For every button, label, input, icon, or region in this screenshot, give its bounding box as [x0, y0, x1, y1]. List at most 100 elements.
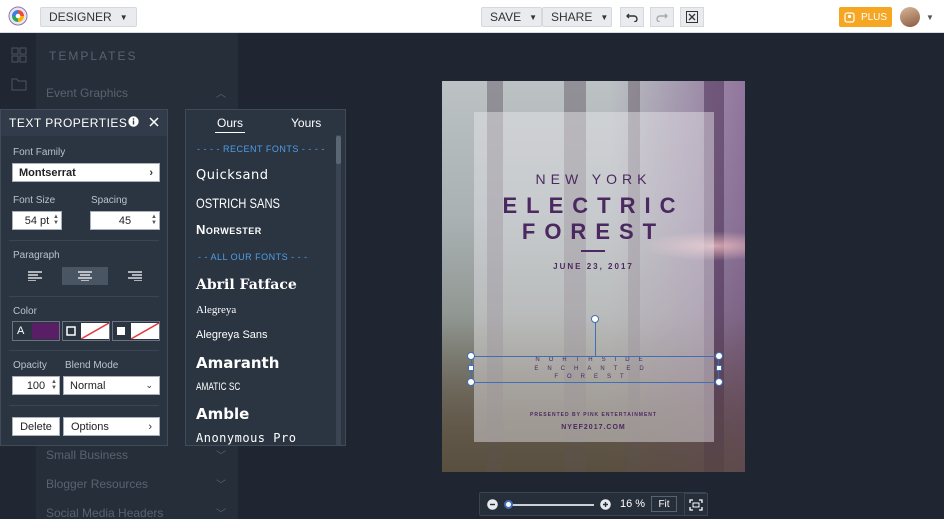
chevron-down-icon: ▼ — [119, 12, 128, 22]
font-option[interactable]: OSTRICH SANS — [196, 195, 280, 211]
no-color-swatch-icon — [81, 323, 109, 339]
zoom-in-icon[interactable] — [600, 499, 611, 510]
template-category-label: Event Graphics — [46, 85, 129, 100]
font-option[interactable]: AMATIC SC — [196, 381, 240, 393]
align-left-icon — [28, 271, 42, 281]
tab-yours[interactable]: Yours — [291, 116, 321, 130]
poster-sub-forest[interactable]: FOREST — [442, 374, 745, 380]
chevron-down-icon[interactable]: ▼ — [926, 13, 934, 22]
blend-mode-label: Blend Mode — [65, 360, 119, 371]
redo-button[interactable] — [650, 7, 674, 27]
text-color-swatch — [32, 323, 59, 339]
spacing-value: 45 — [118, 214, 132, 227]
zoom-slider-thumb[interactable] — [504, 500, 513, 509]
share-label: SHARE — [551, 10, 593, 24]
filled-square-icon — [117, 327, 125, 335]
chevron-down-icon: ▼ — [529, 12, 538, 22]
opacity-stepper[interactable]: 100 ▲ ▼ — [12, 376, 60, 395]
zoom-bar: 16 % Fit — [479, 492, 707, 516]
font-option[interactable]: Anonymous Pro — [196, 431, 296, 445]
resize-handle-top-right[interactable] — [715, 352, 723, 360]
plus-label: PLUS — [860, 11, 888, 23]
template-category[interactable]: Small Business ﹀ — [46, 447, 226, 463]
zoom-out-icon[interactable] — [487, 499, 498, 510]
blend-mode-value: Normal — [70, 379, 106, 392]
info-icon[interactable] — [128, 116, 139, 127]
tab-ours[interactable]: Ours — [215, 116, 246, 133]
font-option[interactable]: Amaranth — [196, 354, 279, 372]
align-center-button[interactable] — [62, 267, 108, 285]
blend-mode-select[interactable]: Normal ⌄ — [63, 376, 160, 395]
text-properties-header: TEXT PROPERTIES — [1, 110, 167, 136]
zoom-slider-track[interactable] — [508, 504, 594, 506]
plus-upgrade-button[interactable]: PLUS — [839, 7, 892, 27]
font-option[interactable]: Abril Fatface — [196, 277, 297, 293]
mode-dropdown[interactable]: DESIGNER ▼ — [40, 7, 137, 27]
poster-divider — [581, 250, 605, 252]
font-option[interactable]: Alegreya — [196, 304, 236, 316]
fit-button[interactable]: Fit — [651, 496, 677, 512]
options-button[interactable]: Options › — [63, 417, 160, 436]
stepper-arrows-icon[interactable]: ▲ ▼ — [53, 214, 59, 226]
poster-sub-northside[interactable]: NORTHSIDE — [442, 357, 745, 363]
stepper-arrows-icon[interactable]: ▲ ▼ — [51, 379, 57, 391]
chevron-right-icon: › — [148, 420, 152, 433]
save-button[interactable]: SAVE ▼ — [481, 7, 542, 27]
poster-sub-enchanted[interactable]: ENCHANTED — [442, 366, 745, 372]
save-label: SAVE — [490, 10, 522, 24]
font-option[interactable]: Quicksand — [196, 168, 269, 183]
outline-square-icon — [66, 326, 76, 336]
chevron-down-icon: ﹀ — [216, 480, 226, 491]
resize-handle-right[interactable] — [716, 365, 722, 371]
template-category[interactable]: Event Graphics ︿ — [46, 85, 226, 101]
close-design-button[interactable] — [680, 7, 704, 27]
font-size-stepper[interactable]: 54 pt ▲ ▼ — [12, 211, 62, 230]
resize-handle-top-left[interactable] — [467, 352, 475, 360]
outline-color-picker[interactable] — [62, 321, 110, 341]
poster-line-forest[interactable]: FOREST — [442, 219, 745, 245]
poster-line-electric[interactable]: ELECTRIC — [442, 193, 745, 219]
stepper-arrows-icon[interactable]: ▲ ▼ — [151, 214, 157, 226]
font-family-select[interactable]: Montserrat › — [12, 163, 160, 182]
poster-presented-by[interactable]: PRESENTED BY PINK ENTERTAINMENT — [442, 412, 745, 418]
resize-handle-bottom-right[interactable] — [715, 378, 723, 386]
share-button[interactable]: SHARE ▼ — [542, 7, 612, 27]
folder-icon[interactable] — [11, 77, 27, 91]
font-list-scrollbar-thumb[interactable] — [336, 136, 341, 164]
templates-title: TEMPLATES — [49, 49, 138, 63]
delete-button[interactable]: Delete — [12, 417, 60, 436]
poster-overlay-box[interactable] — [474, 112, 714, 442]
font-option[interactable]: Alegreya Sans — [196, 329, 268, 341]
delete-label: Delete — [20, 420, 52, 433]
options-label: Options — [71, 420, 109, 433]
text-color-glyph: A — [17, 325, 25, 337]
user-avatar[interactable] — [900, 7, 920, 27]
text-properties-title: TEXT PROPERTIES — [9, 116, 128, 130]
poster-date[interactable]: JUNE 23, 2017 — [442, 262, 745, 271]
poster-url[interactable]: NYEF2017.COM — [442, 424, 745, 431]
font-picker-panel: Ours Yours - - - - RECENT FONTS - - - - … — [185, 109, 346, 446]
font-option[interactable]: Norwester — [196, 222, 262, 237]
font-option[interactable]: Amble — [196, 405, 249, 423]
template-category[interactable]: Blogger Resources ﹀ — [46, 476, 226, 492]
font-list-scrollbar-track[interactable] — [336, 135, 341, 445]
divider — [9, 350, 159, 351]
align-left-button[interactable] — [12, 267, 58, 285]
align-right-button[interactable] — [112, 267, 158, 285]
no-color-swatch-icon — [131, 323, 159, 339]
fullscreen-button[interactable] — [684, 493, 708, 516]
opacity-label: Opacity — [13, 360, 47, 371]
resize-handle-bottom-left[interactable] — [467, 378, 475, 386]
templates-icon[interactable] — [11, 47, 27, 63]
template-category[interactable]: Social Media Headers ﹀ — [46, 505, 226, 519]
mode-label: DESIGNER — [49, 10, 112, 24]
spacing-stepper[interactable]: 45 ▲ ▼ — [90, 211, 160, 230]
undo-button[interactable] — [620, 7, 644, 27]
poster-line-new-york[interactable]: NEW YORK — [442, 171, 745, 187]
canva-logo-icon[interactable] — [8, 6, 28, 26]
text-color-picker[interactable]: A — [12, 321, 60, 341]
resize-handle-left[interactable] — [468, 365, 474, 371]
fill-color-picker[interactable] — [112, 321, 160, 341]
rotate-handle[interactable] — [591, 315, 599, 323]
close-icon[interactable] — [149, 116, 159, 127]
